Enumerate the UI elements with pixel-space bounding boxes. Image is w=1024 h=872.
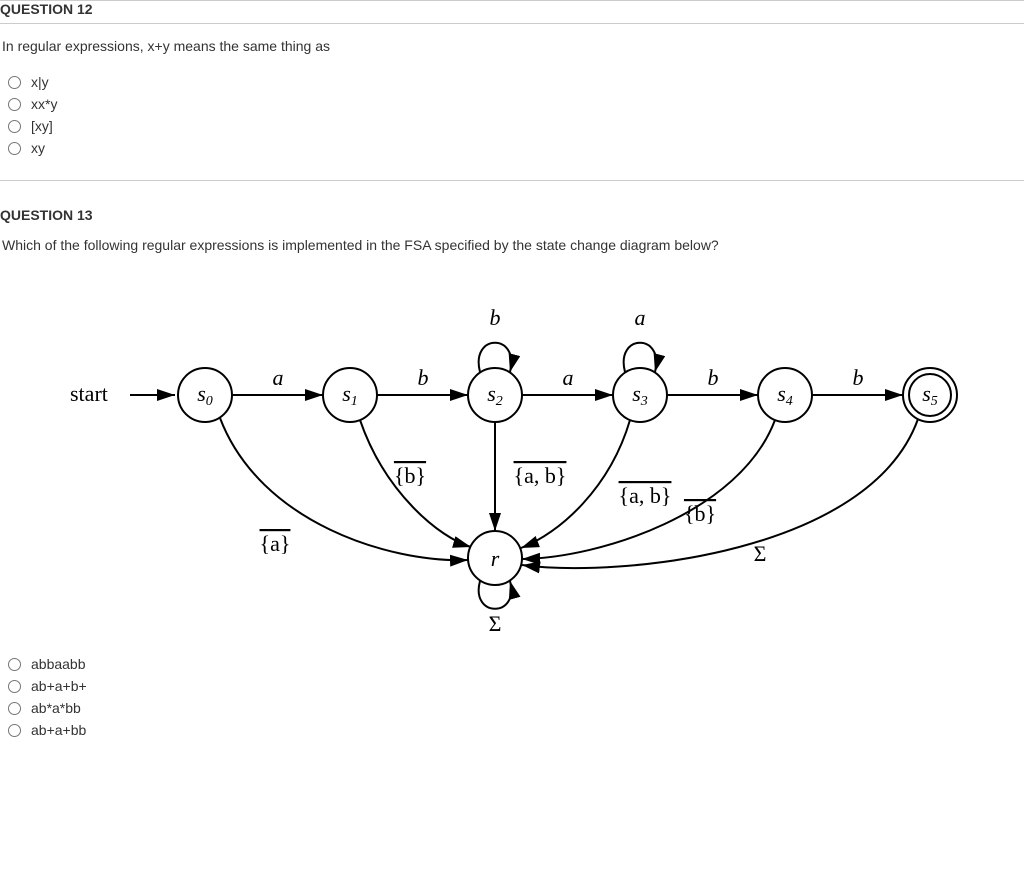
question-13-options: abbaabb ab+a+b+ ab*a*bb ab+a+bb — [0, 656, 1024, 738]
question-12: QUESTION 12 In regular expressions, x+y … — [0, 0, 1024, 156]
start-label: start — [70, 381, 108, 406]
q12-option-2-label: xx*y — [31, 96, 57, 112]
fsa-svg: start s0 s1 s2 s3 s4 s5 r — [60, 293, 980, 633]
state-r-label: r — [491, 546, 500, 571]
question-13: QUESTION 13 Which of the following regul… — [0, 207, 1024, 738]
state-s5-s: s — [922, 381, 931, 406]
q13-option-2-label: ab+a+b+ — [31, 678, 87, 694]
question-12-text-content: In regular expressions, x+y means the sa… — [2, 38, 330, 54]
label-s5-r: Σ — [754, 541, 767, 566]
label-s1-s2: b — [418, 365, 429, 390]
q12-option-row[interactable]: xx*y — [8, 96, 1024, 112]
q13-option-row[interactable]: abbaabb — [8, 656, 1024, 672]
question-12-text: In regular expressions, x+y means the sa… — [0, 38, 1024, 54]
label-s3-r: {a, b} — [619, 483, 672, 508]
state-s1-s: s — [342, 381, 351, 406]
state-s0-s: s — [197, 381, 206, 406]
label-s0-r: {a} — [260, 531, 291, 556]
q13-option-row[interactable]: ab+a+bb — [8, 722, 1024, 738]
q12-radio-3[interactable] — [8, 120, 21, 133]
q12-option-4-label: xy — [31, 140, 45, 156]
q12-option-row[interactable]: [xy] — [8, 118, 1024, 134]
label-loop-r: Σ — [489, 611, 502, 633]
fsa-diagram: start s0 s1 s2 s3 s4 s5 r — [0, 273, 1024, 656]
q12-option-row[interactable]: xy — [8, 140, 1024, 156]
question-13-text: Which of the following regular expressio… — [0, 237, 1024, 253]
q12-radio-1[interactable] — [8, 76, 21, 89]
q13-radio-1[interactable] — [8, 658, 21, 671]
q13-option-row[interactable]: ab*a*bb — [8, 700, 1024, 716]
label-loop-s3: a — [635, 305, 646, 330]
q12-option-3-label: [xy] — [31, 118, 53, 134]
q12-option-row[interactable]: x|y — [8, 74, 1024, 90]
label-s2-r: {a, b} — [514, 463, 567, 488]
q13-radio-2[interactable] — [8, 680, 21, 693]
separator — [0, 180, 1024, 181]
question-13-header: QUESTION 13 — [0, 207, 1024, 223]
edge-s5-r — [522, 419, 918, 568]
q12-radio-4[interactable] — [8, 142, 21, 155]
label-loop-s2: b — [490, 305, 501, 330]
q13-option-row[interactable]: ab+a+b+ — [8, 678, 1024, 694]
question-12-options: x|y xx*y [xy] xy — [0, 74, 1024, 156]
q13-radio-4[interactable] — [8, 724, 21, 737]
q12-option-1-label: x|y — [31, 74, 49, 90]
q13-option-4-label: ab+a+bb — [31, 722, 86, 738]
edge-s0-r — [220, 418, 468, 560]
label-s1-r: {b} — [394, 463, 426, 488]
state-s4-s: s — [777, 381, 786, 406]
question-13-text-content: Which of the following regular expressio… — [2, 237, 719, 253]
label-s4-r: {b} — [684, 501, 716, 526]
label-s4-s5: b — [853, 365, 864, 390]
q13-radio-3[interactable] — [8, 702, 21, 715]
label-s2-s3: a — [563, 365, 574, 390]
q12-radio-2[interactable] — [8, 98, 21, 111]
label-s3-s4: b — [708, 365, 719, 390]
state-s3-s: s — [632, 381, 641, 406]
q13-option-3-label: ab*a*bb — [31, 700, 81, 716]
q13-option-1-label: abbaabb — [31, 656, 86, 672]
state-s2-s: s — [487, 381, 496, 406]
label-s0-s1: a — [273, 365, 284, 390]
question-12-header: QUESTION 12 — [0, 0, 1024, 24]
